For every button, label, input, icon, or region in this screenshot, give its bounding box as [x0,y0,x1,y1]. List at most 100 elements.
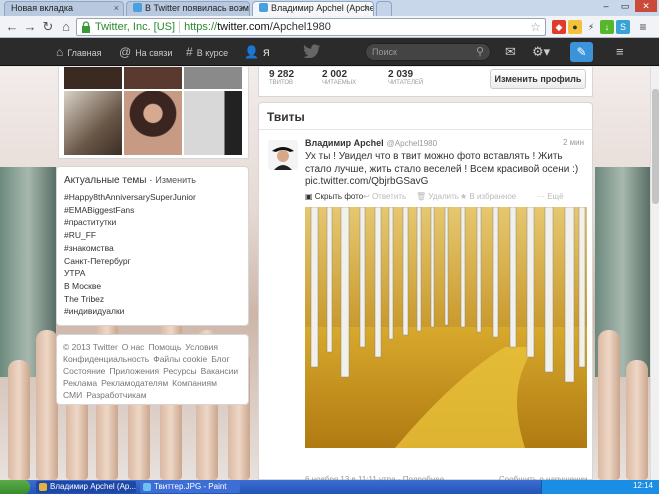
footer-link[interactable]: Ресурсы [163,366,197,376]
twitter-favicon-icon [259,3,268,12]
photo-thumbnail[interactable] [124,67,182,89]
nav-home[interactable]: ⌂ Главная [56,38,102,66]
nav-connect[interactable]: @ На связи [119,38,172,66]
twitter-bird-icon[interactable] [303,44,321,58]
footer-link[interactable]: О нас [122,342,145,352]
footer-link[interactable]: Приложения [109,366,159,376]
taskbar-item-paint[interactable]: Твиттер.JPG - Paint [140,481,240,493]
nav-me[interactable]: 👤 Я [244,38,269,66]
avatar[interactable] [268,140,298,170]
window-controls: – ▭ ✕ [597,0,657,14]
page-scrollbar[interactable] [650,67,659,480]
photo-thumbnail[interactable] [64,67,122,89]
stat-following[interactable]: 2 002 ЧИТАЕМЫХ [322,69,356,86]
tweet-timestamp[interactable]: 2 мин [563,138,584,147]
tab-news[interactable]: В Twitter появилась возмо × [126,1,250,16]
messages-icon[interactable]: ✉ [505,44,516,60]
hide-photo-button[interactable]: ▣ Скрыть фото [305,192,363,201]
edit-profile-button[interactable]: Изменить профиль [490,69,586,89]
footer-link[interactable]: Конфиденциальность [63,354,149,364]
trend-item[interactable]: #EMABiggestFans [64,204,241,217]
delete-button[interactable]: 🗑 Удалить [416,192,459,201]
extension-icon[interactable]: ● [568,20,582,34]
search-icon[interactable]: ⚲ [476,44,484,60]
tweet-author-name[interactable]: Владимир Apchel [305,138,384,148]
maximize-icon[interactable]: ▭ [616,0,634,12]
tweet-text: Ух ты ! Увидел что в твит можно фото вст… [305,151,584,189]
close-window-icon[interactable]: ✕ [635,0,657,12]
home-icon[interactable]: ⌂ [58,19,74,35]
trend-item[interactable]: The Tribez [64,293,241,306]
footer-link[interactable]: Состояние [63,366,105,376]
trend-item[interactable]: В Москве [64,280,241,293]
menu-icon[interactable]: ≡ [616,44,624,59]
footer-link[interactable]: Условия [185,342,218,352]
reply-button[interactable]: ↩ Ответить [363,192,406,201]
settings-gear-icon[interactable]: ⚙▾ [532,44,550,60]
start-button[interactable] [0,480,30,494]
bookmark-star-icon[interactable]: ☆ [530,19,541,35]
trend-item[interactable]: #индивидуалки [64,305,241,318]
system-tray: 12:14 [541,480,659,494]
tweet-photo[interactable] [305,207,587,448]
url-host: twitter.com [217,21,270,33]
more-button[interactable]: ··· Ещё [537,192,564,201]
ev-certificate-label: Twitter, Inc. [US] [95,21,181,33]
tweet[interactable]: Владимир Apchel @Apchel1980 2 мин Ух ты !… [259,130,592,204]
extension-icon[interactable]: ◆ [552,20,566,34]
footer-link[interactable]: Компаниям [172,378,217,388]
photo-thumbnail[interactable] [64,91,122,155]
stat-tweets[interactable]: 9 282 ТВИТОВ [269,69,294,86]
footer-link[interactable]: Блог [211,354,229,364]
trends-title: Актуальные темы [64,175,147,186]
search-input[interactable]: Поиск ⚲ [365,43,491,61]
photo-thumbnail[interactable] [184,67,242,89]
compose-tweet-button[interactable]: ✎ [570,42,593,62]
stat-label: ТВИТОВ [269,80,294,86]
address-bar[interactable]: Twitter, Inc. [US] https://twitter.com/Ap… [76,18,546,36]
forward-icon[interactable]: → [22,19,38,35]
trend-item[interactable]: #праститутки [64,216,241,229]
trend-item[interactable]: Санкт-Петербург [64,255,241,268]
tweet-photo-link[interactable]: pic.twitter.com/QbjrbGSavG [305,176,428,187]
favorite-button[interactable]: ★ В избранное [460,192,516,201]
nav-discover[interactable]: # В курсе [186,38,228,66]
task-label: Владимир Apchel (Ap... [50,482,136,491]
stat-followers[interactable]: 2 039 ЧИТАТЕЛЕЙ [388,69,423,86]
tweet-author-handle[interactable]: @Apchel1980 [387,139,437,148]
stat-label: ЧИТАЕМЫХ [322,80,357,86]
nav-label: Я [262,48,270,58]
extension-icon[interactable]: S [616,20,630,34]
download-icon[interactable]: ↓ [600,20,614,34]
close-tab-icon[interactable]: × [114,2,119,15]
trend-item[interactable]: #RU_FF [64,229,241,242]
minimize-icon[interactable]: – [597,0,615,12]
trend-item[interactable]: #знакомства [64,242,241,255]
tab-profile[interactable]: Владимир Apchel (Apchel19 × [252,1,374,16]
close-tab-icon[interactable]: × [240,2,245,15]
scrollbar-thumb[interactable] [652,89,659,204]
trend-item[interactable]: #Happy8thAnniversarySuperJunior [64,191,241,204]
footer-link[interactable]: Помощь [148,342,181,352]
new-tab-button[interactable] [376,1,392,16]
close-tab-icon[interactable]: × [364,2,369,15]
taskbar-item-chrome[interactable]: Владимир Apchel (Ap... [36,481,136,493]
tab-new[interactable]: Новая вкладка × [4,1,124,16]
menu-icon[interactable]: ≡ [636,20,650,34]
extension-icon[interactable]: ⚡ [584,20,598,34]
footer-link[interactable]: СМИ [63,390,82,400]
person-icon: 👤 [244,45,259,59]
tweets-timeline: Твиты Владимир Apchel @Apchel1980 2 мин У… [258,102,593,484]
footer-link[interactable]: Вакансии [201,366,238,376]
hide-photo-label: Скрыть фото [314,191,364,201]
reload-icon[interactable]: ↻ [40,19,56,35]
photo-thumbnail[interactable] [124,91,182,155]
footer-link[interactable]: Реклама [63,378,97,388]
footer-link[interactable]: Рекламодателям [101,378,168,388]
footer-link[interactable]: Файлы cookie [153,354,207,364]
photo-thumbnail[interactable] [184,91,242,155]
trend-item[interactable]: УТРА [64,267,241,280]
footer-link[interactable]: Разработчикам [86,390,146,400]
back-icon[interactable]: ← [4,19,20,35]
trends-change-link[interactable]: Изменить [155,175,196,185]
